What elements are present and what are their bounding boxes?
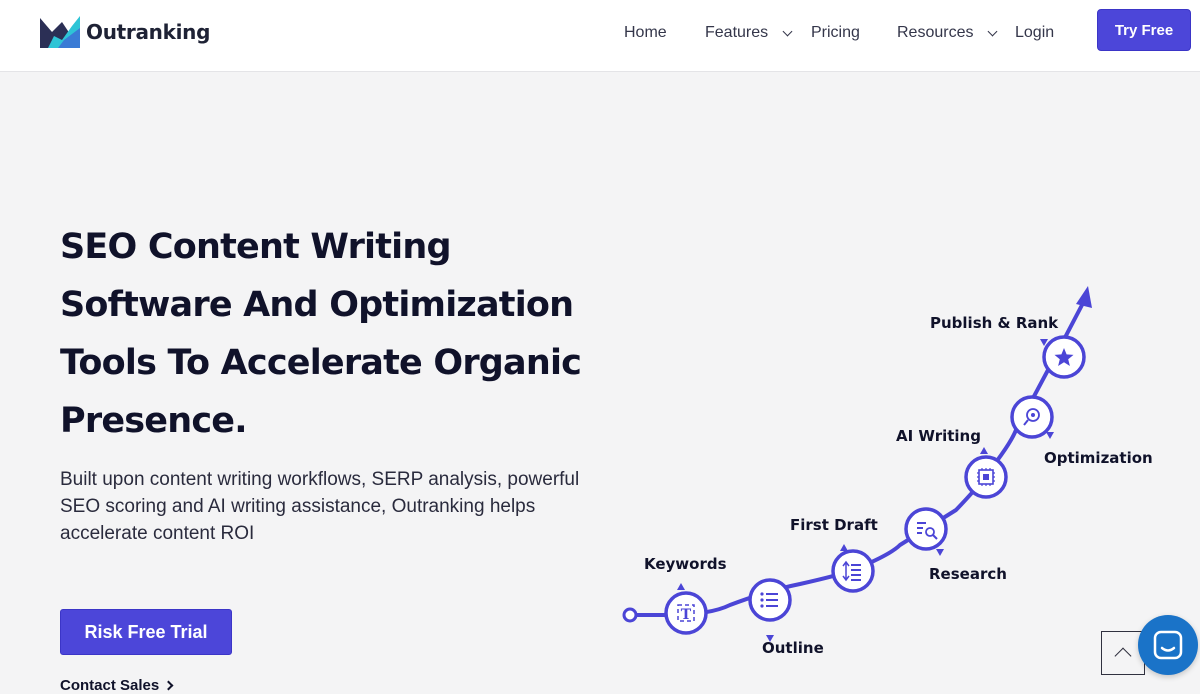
step-label-publish-rank: Publish & Rank <box>930 314 1059 332</box>
nav-login-label: Login <box>1015 24 1055 41</box>
pointer-icon <box>980 447 988 454</box>
arrow-head-icon <box>1076 286 1092 308</box>
step-node-research <box>904 507 948 551</box>
workflow-diagram: T Keywords Outline First Draft Research … <box>600 270 1160 670</box>
workflow-path: T <box>622 286 1092 642</box>
step-node-ai-writing <box>964 455 1008 499</box>
step-label-keywords: Keywords <box>644 555 727 573</box>
step-label-outline: Outline <box>762 639 824 657</box>
pointer-icon <box>936 549 944 556</box>
site-header: Outranking Home Features Pricing Resourc… <box>0 0 1200 72</box>
nav-features[interactable]: Features <box>705 24 793 42</box>
nav-resources-label: Resources <box>897 24 974 41</box>
chat-launcher-button[interactable] <box>1138 615 1198 675</box>
nav-pricing-label: Pricing <box>811 24 860 41</box>
path-start-dot <box>622 607 638 623</box>
nav-features-label: Features <box>705 24 769 41</box>
step-node-keywords: T <box>664 591 708 635</box>
try-free-button[interactable]: Try Free <box>1097 9 1191 51</box>
step-node-publish-rank <box>1042 335 1086 379</box>
step-label-ai-writing: AI Writing <box>896 427 981 445</box>
risk-free-trial-button[interactable]: Risk Free Trial <box>60 609 232 655</box>
chevron-down-icon <box>782 26 793 36</box>
chat-icon <box>1153 630 1183 660</box>
step-node-outline <box>748 578 792 622</box>
nav-pricing[interactable]: Pricing <box>811 24 860 42</box>
hero-description: Built upon content writing workflows, SE… <box>60 469 580 544</box>
contact-sales-link[interactable]: Contact Sales <box>60 677 174 694</box>
pointer-icon <box>677 583 685 590</box>
nav-resources[interactable]: Resources <box>897 24 998 42</box>
svg-text:T: T <box>681 607 692 623</box>
contact-sales-label: Contact Sales <box>60 677 160 694</box>
step-node-first-draft <box>831 549 875 593</box>
chevron-up-icon <box>1114 647 1132 665</box>
main-nav: Home Features Pricing Resources Login <box>0 0 1200 72</box>
step-node-optimization <box>1010 395 1054 439</box>
chevron-down-icon <box>988 26 998 36</box>
nav-home-label: Home <box>624 24 667 41</box>
pointer-icon <box>840 544 848 551</box>
pointer-icon <box>1046 432 1054 439</box>
step-label-optimization: Optimization <box>1044 449 1153 467</box>
step-label-first-draft: First Draft <box>790 516 878 534</box>
nav-login[interactable]: Login <box>1015 24 1054 42</box>
step-label-research: Research <box>929 565 1007 583</box>
nav-home[interactable]: Home <box>624 24 667 42</box>
hero-title: SEO Content Writing Software And Optimiz… <box>60 227 582 441</box>
chevron-right-icon <box>163 680 174 691</box>
